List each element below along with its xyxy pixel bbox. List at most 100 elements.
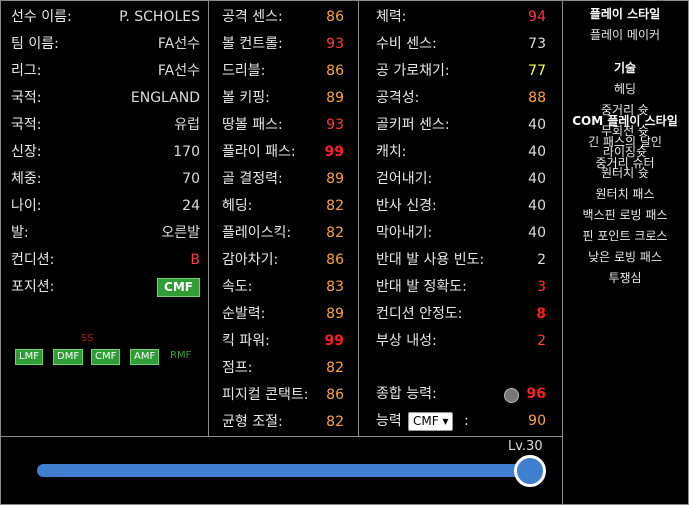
- stat-label: 공격 센스:: [222, 9, 283, 25]
- stat-label: 볼 키핑:: [222, 90, 270, 106]
- info-row: 국적: 유럽: [11, 112, 200, 139]
- stat-value: 82: [326, 414, 344, 430]
- position-dmf: DMF: [53, 349, 84, 365]
- stat-label: 국적:: [11, 90, 42, 106]
- stat-value: 170: [173, 144, 200, 160]
- stat-row: 반대 발 사용 빈도: 2: [376, 247, 546, 274]
- stat-value: 89: [326, 306, 344, 322]
- ability-value: 90: [528, 413, 546, 429]
- stat-value: CMF: [157, 278, 200, 297]
- overall-row: 종합 능력: 96: [376, 381, 546, 408]
- stat-label: 점프:: [222, 360, 253, 376]
- stat-label: 컨디션 안정도:: [376, 306, 463, 322]
- stat-label: 피지컬 콘택트:: [222, 387, 309, 403]
- level-label: Lv.30: [508, 439, 543, 454]
- ability-row: 능력 CMF ▾ : 90: [376, 408, 546, 435]
- stat-value: 40: [528, 171, 546, 187]
- level-slider-track[interactable]: [37, 464, 530, 477]
- stat-label: 볼 컨트롤:: [222, 36, 283, 52]
- overall-value: 96: [526, 386, 546, 402]
- stat-label: 발:: [11, 225, 29, 241]
- stat-label: 팀 이름:: [11, 36, 59, 52]
- stat-label: 공격성:: [376, 90, 420, 106]
- com-title: COM 플레이 스타일: [572, 114, 678, 128]
- stat-label: 부상 내성:: [376, 333, 437, 349]
- stat-label: 국적:: [11, 117, 42, 133]
- playstyle-value: 플레이 메이커: [589, 28, 661, 42]
- stat-row: 볼 키핑: 89: [222, 85, 344, 112]
- stat-label: 골 결정력:: [222, 171, 283, 187]
- info-row: 컨디션: B: [11, 247, 200, 274]
- info-row: 선수 이름: P. SCHOLES: [11, 4, 200, 31]
- position-rmf: RMF: [170, 350, 192, 361]
- stat-value: 88: [528, 90, 546, 106]
- stat-value: FA선수: [157, 63, 200, 79]
- overall-label: 종합 능력:: [376, 386, 437, 402]
- stat-label: 포지션:: [11, 279, 55, 295]
- position-lmf: LMF: [15, 349, 43, 365]
- stat-label: 순발력:: [222, 306, 266, 322]
- stat-label: 킥 파워:: [222, 333, 270, 349]
- position-select[interactable]: CMF ▾: [408, 412, 454, 431]
- info-row: 리그: FA선수: [11, 58, 200, 85]
- level-slider-knob[interactable]: [514, 455, 546, 487]
- playstyle-title: 플레이 스타일: [589, 7, 661, 21]
- stat-label: 속도:: [222, 279, 253, 295]
- stat-value: 89: [326, 171, 344, 187]
- info-row: 신장: 170: [11, 139, 200, 166]
- skill-item: 원터치 패스: [595, 187, 655, 201]
- skill-item: 낮은 로빙 패스: [588, 250, 662, 264]
- stat-value: 82: [326, 225, 344, 241]
- stat-value: FA선수: [157, 36, 200, 52]
- stat-label: 캐치:: [376, 144, 407, 160]
- info-row: 팀 이름: FA선수: [11, 31, 200, 58]
- stat-row: 수비 센스: 73: [376, 31, 546, 58]
- stat-row: 킥 파워: 99: [222, 328, 344, 355]
- divider: [358, 1, 359, 436]
- stat-label: 땅볼 패스:: [222, 117, 283, 133]
- stat-value: B: [190, 252, 200, 268]
- stat-value: 94: [528, 9, 546, 25]
- info-row: 국적: ENGLAND: [11, 85, 200, 112]
- stat-value: 99: [324, 144, 344, 160]
- stat-row: 골 결정력: 89: [222, 166, 344, 193]
- position-select-value: CMF: [413, 414, 439, 428]
- stat-row: 공 가로채기: 77: [376, 58, 546, 85]
- position-amf: AMF: [130, 349, 160, 365]
- stat-value: 73: [528, 36, 546, 52]
- stat-value: 82: [326, 360, 344, 376]
- stat-value: 2: [537, 333, 546, 349]
- stat-row: 골키퍼 센스: 40: [376, 112, 546, 139]
- stat-label: 드리블:: [222, 63, 266, 79]
- stat-label: 막아내기:: [376, 225, 433, 241]
- medal-icon: [504, 388, 519, 403]
- stat-row: 드리블: 86: [222, 58, 344, 85]
- sidebar: 플레이 스타일 플레이 메이커 기술 헤딩 중거리 슛 무회전 슛 라이징슛 원터치 슛…: [563, 4, 687, 285]
- divider: [208, 1, 209, 436]
- stat-label: 수비 센스:: [376, 36, 437, 52]
- stat-value: P. SCHOLES: [119, 9, 200, 25]
- stat-value: 3: [537, 279, 546, 295]
- ability-label: 능력: [376, 413, 402, 429]
- stat-value: 93: [326, 36, 344, 52]
- stat-label: 나이:: [11, 198, 42, 214]
- stat-label: 반사 신경:: [376, 198, 437, 214]
- divider: [1, 436, 562, 437]
- stat-label: 골키퍼 센스:: [376, 117, 450, 133]
- stat-label: 공 가로채기:: [376, 63, 450, 79]
- stat-value: 40: [528, 225, 546, 241]
- com-style-item: 중거리 슈터: [595, 156, 655, 170]
- stat-value: 24: [182, 198, 200, 214]
- stat-value: 2: [537, 252, 546, 268]
- stat-label: 리그:: [11, 63, 42, 79]
- position-label-ss: SS: [81, 333, 94, 344]
- stat-value: 86: [326, 63, 344, 79]
- stat-row: 컨디션 안정도: 8: [376, 301, 546, 328]
- skills-title: 기술: [613, 61, 637, 75]
- stat-label: 감아차기:: [222, 252, 279, 268]
- skill-item: 핀 포인트 크로스: [582, 229, 668, 243]
- stat-label: 컨디션:: [11, 252, 55, 268]
- stat-row: 공격성: 88: [376, 85, 546, 112]
- stat-row: 캐치: 40: [376, 139, 546, 166]
- info-row: 발: 오른발: [11, 220, 200, 247]
